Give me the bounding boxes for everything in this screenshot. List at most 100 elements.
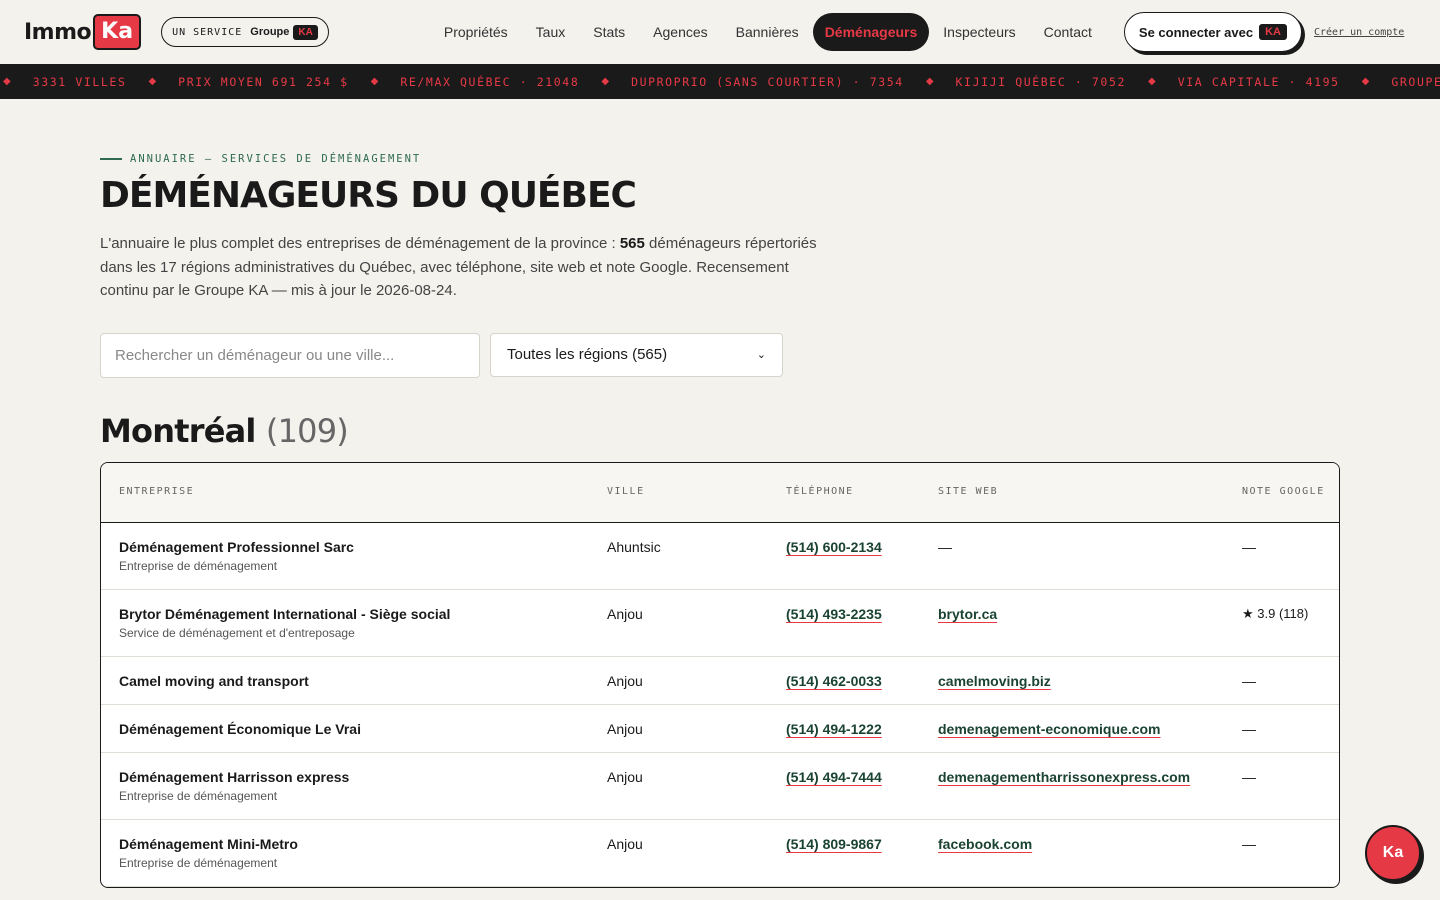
nav-demenageurs[interactable]: Déménageurs: [812, 13, 930, 51]
region-heading: Montréal (109): [100, 412, 1340, 450]
ticker-item: DUPROPRIO (SANS COURTIER) · 7354: [631, 74, 904, 89]
nav-contact[interactable]: Contact: [1030, 14, 1106, 50]
cell-note: —: [1242, 768, 1256, 785]
phone-link[interactable]: (514) 462-0033: [786, 673, 882, 689]
company-name: Déménagement Économique Le Vrai: [119, 720, 361, 737]
ticker-separator: ◆: [1148, 76, 1156, 87]
table-row: Camel moving and transport Anjou (514) 4…: [101, 657, 1339, 705]
intro-count: 565: [619, 235, 645, 252]
logo[interactable]: Immo Ka: [24, 14, 142, 50]
ticker-item: 3331 VILLES: [32, 74, 127, 89]
region-select[interactable]: Toutes les régions (565) ⌄: [490, 332, 783, 377]
header-note-google[interactable]: NOTE GOOGLE: [1242, 484, 1339, 500]
website-link[interactable]: demenagement-economique.com: [938, 721, 1161, 737]
cell-note: —: [1242, 538, 1256, 555]
filters: Toutes les régions (565) ⌄: [100, 332, 1340, 378]
header-ville[interactable]: VILLE: [607, 484, 786, 500]
company-name: Déménagement Harrisson express: [119, 768, 350, 785]
ticker-separator: ◆: [370, 76, 379, 87]
phone-link[interactable]: (514) 600-2134: [786, 539, 882, 555]
ticker-item: KIJIJI QUÉBEC · 7052: [955, 74, 1127, 89]
region-select-value: Toutes les régions (565): [507, 346, 668, 363]
intro-pre: L'annuaire le plus complet des entrepris…: [100, 235, 620, 252]
ticker-separator: ◆: [148, 76, 157, 87]
table-row: Déménagement Professionnel Sarc Entrepri…: [101, 523, 1339, 590]
cell-ville: Anjou: [607, 672, 643, 689]
company-name: Déménagement Professionnel Sarc: [119, 538, 354, 555]
main-content: ANNUAIRE — SERVICES DE DÉMÉNAGEMENT DÉMÉ…: [0, 153, 1440, 888]
header-site-web[interactable]: SITE WEB: [938, 484, 1242, 500]
company-name: Déménagement Mini-Metro: [119, 835, 298, 852]
region-name: Montréal: [100, 411, 256, 450]
cell-note: —: [1242, 835, 1256, 852]
chevron-down-icon: ⌄: [756, 349, 766, 361]
phone-link[interactable]: (514) 494-1222: [786, 721, 882, 737]
header-telephone[interactable]: TÉLÉPHONE: [786, 484, 938, 500]
eyebrow: ANNUAIRE — SERVICES DE DÉMÉNAGEMENT: [100, 153, 1340, 165]
google-rating: ★ 3.9 (118): [1242, 605, 1309, 621]
cell-entreprise: Déménagement Professionnel Sarc Entrepri…: [101, 539, 607, 573]
table-row: Déménagement Mini-Metro Entreprise de dé…: [101, 820, 1339, 887]
service-label: UN SERVICE: [172, 26, 243, 38]
phone-link[interactable]: (514) 494-7444: [786, 769, 882, 785]
connect-ka-badge: KA: [1259, 24, 1287, 40]
cell-site-web: —: [938, 538, 952, 555]
company-category: Entreprise de déménagement: [119, 788, 278, 803]
website-link[interactable]: brytor.ca: [938, 606, 997, 622]
company-name: Brytor Déménagement International - Sièg…: [119, 605, 451, 622]
ticker-item: GROUPE SUTTON: [1391, 74, 1440, 89]
eyebrow-text: ANNUAIRE — SERVICES DE DÉMÉNAGEMENT: [130, 153, 422, 165]
main-nav: Propriétés Taux Stats Agences Bannières …: [430, 13, 1106, 51]
nav-inspecteurs[interactable]: Inspecteurs: [929, 14, 1029, 50]
movers-table: ENTREPRISE VILLE TÉLÉPHONE SITE WEB NOTE…: [100, 461, 1340, 888]
phone-link[interactable]: (514) 493-2235: [786, 606, 882, 622]
nav-agences[interactable]: Agences: [639, 14, 721, 50]
cell-ville: Anjou: [607, 720, 643, 737]
ticker-item: RE/MAX QUÉBEC · 21048: [400, 74, 580, 89]
ticker-separator: ◆: [601, 76, 610, 87]
ticker-item: PRIX MOYEN 691 254 $: [178, 74, 349, 89]
cell-ville: Anjou: [607, 835, 643, 852]
intro-text: L'annuaire le plus complet des entrepris…: [100, 232, 820, 303]
logo-badge: Ka: [93, 14, 142, 50]
service-group: Groupe: [250, 26, 290, 38]
nav-proprietes[interactable]: Propriétés: [430, 14, 522, 50]
stats-ticker: ◆ 3331 VILLES ◆ PRIX MOYEN 691 254 $ ◆ R…: [0, 64, 1440, 99]
ticker-separator: ◆: [3, 76, 11, 87]
eyebrow-line: [100, 158, 122, 160]
cell-entreprise: Déménagement Économique Le Vrai: [101, 721, 607, 737]
website-link[interactable]: demenagementharrissonexpress.com: [938, 769, 1190, 785]
connect-button[interactable]: Se connecter avec KA: [1123, 12, 1302, 52]
company-category: Service de déménagement et d'entreposage: [119, 625, 355, 640]
cell-note: —: [1242, 720, 1256, 737]
company-category: Entreprise de déménagement: [119, 855, 278, 870]
site-header: Immo Ka UN SERVICE Groupe KA Propriétés …: [0, 0, 1440, 64]
chat-fab-button[interactable]: Ka: [1365, 825, 1421, 881]
service-pill[interactable]: UN SERVICE Groupe KA: [161, 17, 329, 47]
cell-entreprise: Déménagement Mini-Metro Entreprise de dé…: [101, 836, 607, 870]
cell-note: —: [1242, 672, 1256, 689]
search-input[interactable]: [100, 332, 480, 378]
header-entreprise[interactable]: ENTREPRISE: [101, 484, 607, 500]
cell-entreprise: Brytor Déménagement International - Sièg…: [101, 606, 607, 640]
create-account-link[interactable]: Créer un compte: [1314, 27, 1404, 38]
cell-entreprise: Déménagement Harrisson express Entrepris…: [101, 769, 607, 803]
nav-stats[interactable]: Stats: [579, 14, 639, 50]
cell-ville: Anjou: [607, 605, 643, 622]
company-name: Camel moving and transport: [119, 672, 309, 689]
nav-taux[interactable]: Taux: [522, 14, 580, 50]
cell-ville: Ahuntsic: [607, 538, 661, 555]
phone-link[interactable]: (514) 809-9867: [786, 836, 882, 852]
region-count: (109): [265, 411, 349, 450]
ticker-separator: ◆: [925, 76, 934, 87]
website-link[interactable]: facebook.com: [938, 836, 1032, 852]
cell-entreprise: Camel moving and transport: [101, 673, 607, 689]
cell-ville: Anjou: [607, 768, 643, 785]
website-link[interactable]: camelmoving.biz: [938, 673, 1051, 689]
company-category: Entreprise de déménagement: [119, 558, 278, 573]
ticker-item: VIA CAPITALE · 4195: [1177, 74, 1340, 89]
nav-bannieres[interactable]: Bannières: [722, 14, 813, 50]
table-row: Déménagement Harrisson express Entrepris…: [101, 753, 1339, 820]
table-header: ENTREPRISE VILLE TÉLÉPHONE SITE WEB NOTE…: [101, 462, 1339, 523]
service-ka-badge: KA: [293, 24, 318, 40]
